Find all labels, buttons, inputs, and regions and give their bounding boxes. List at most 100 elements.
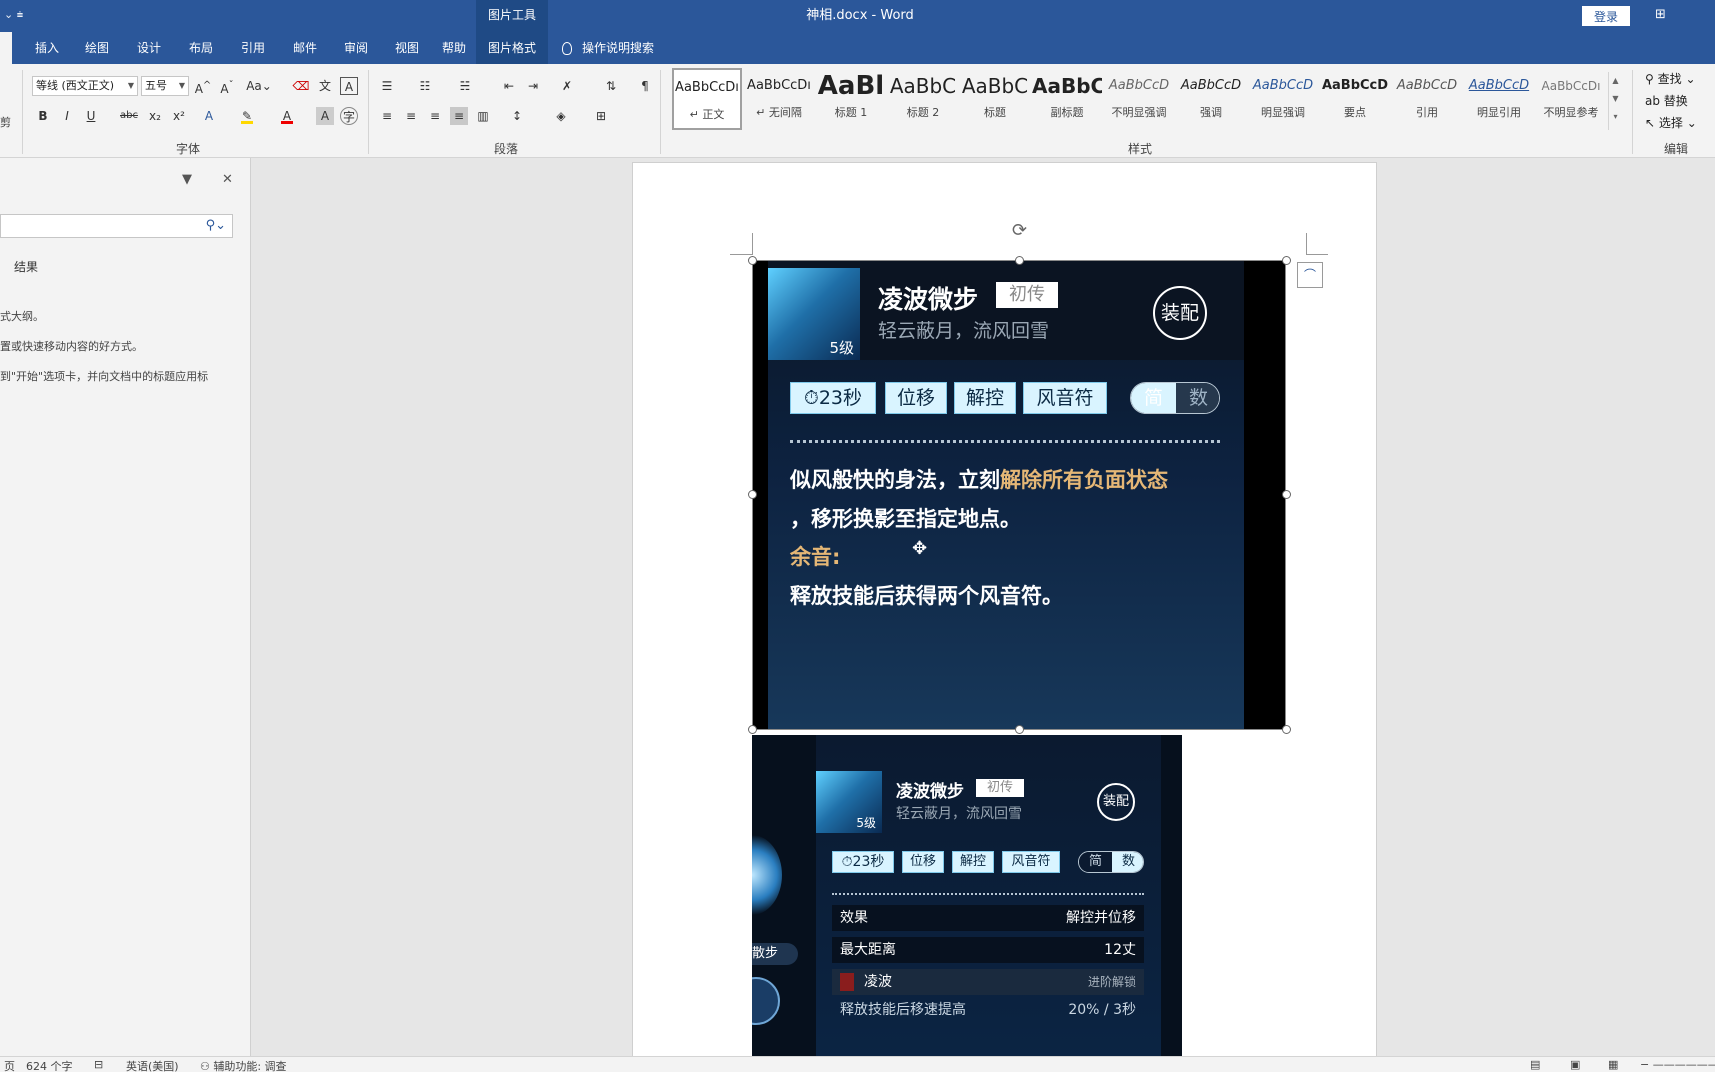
- search-icon[interactable]: ⚲⌄: [206, 218, 226, 233]
- strikethrough-icon[interactable]: abc: [120, 107, 138, 125]
- phonetic-guide-icon[interactable]: 文: [316, 77, 334, 95]
- more-icon[interactable]: ▾: [1609, 108, 1622, 126]
- find-button[interactable]: ⚲ 查找 ⌄: [1645, 70, 1696, 87]
- style-subtle-reference[interactable]: AaBbCcDı 不明显参考: [1536, 68, 1606, 130]
- text-effects-icon[interactable]: A: [200, 107, 218, 125]
- style-quote[interactable]: AaBbCcD 引用: [1392, 68, 1462, 130]
- ribbon-display-options-icon[interactable]: ⊞: [1655, 7, 1666, 22]
- align-center-icon[interactable]: ≡: [402, 107, 420, 125]
- superscript-icon[interactable]: x²: [170, 107, 188, 125]
- login-button[interactable]: 登录: [1582, 6, 1630, 26]
- style-intense-emphasis[interactable]: AaBbCcD 明显强调: [1248, 68, 1318, 130]
- change-case-icon[interactable]: Aa⌄: [246, 77, 272, 95]
- tab-home-edge[interactable]: [0, 32, 12, 64]
- pane-options-icon[interactable]: ▼: [182, 172, 192, 187]
- proofing-icon[interactable]: ⊟: [94, 1058, 103, 1071]
- style-title[interactable]: AaBbC 标题: [960, 68, 1030, 130]
- tab-mailings[interactable]: 邮件: [280, 32, 330, 64]
- close-icon[interactable]: ✕: [222, 172, 233, 187]
- chinese-layout-icon[interactable]: ✗: [558, 77, 576, 95]
- style-subtitle[interactable]: AaBbC 副标题: [1032, 68, 1102, 130]
- word-count[interactable]: 624 个字: [26, 1058, 73, 1072]
- resize-handle[interactable]: [1282, 256, 1291, 265]
- tab-references[interactable]: 引用: [228, 32, 278, 64]
- tab-layout[interactable]: 布局: [176, 32, 226, 64]
- line-spacing-icon[interactable]: ↕: [508, 107, 526, 125]
- multilevel-list-icon[interactable]: ☵: [456, 77, 474, 95]
- italic-icon[interactable]: I: [58, 107, 76, 125]
- quick-access-toolbar[interactable]: ⌄ ⩧: [4, 8, 23, 22]
- resize-handle[interactable]: [1015, 256, 1024, 265]
- style-no-spacing[interactable]: AaBbCcDı ↵ 无间隔: [744, 68, 814, 130]
- page-indicator[interactable]: 页: [4, 1058, 15, 1072]
- font-name-combo[interactable]: 等线 (西文正文) ▼: [32, 76, 138, 96]
- justify-icon[interactable]: ≡: [450, 107, 468, 125]
- resize-handle[interactable]: [748, 256, 757, 265]
- align-right-icon[interactable]: ≡: [426, 107, 444, 125]
- resize-handle[interactable]: [748, 725, 757, 734]
- align-left-icon[interactable]: ≡: [378, 107, 396, 125]
- font-color-icon[interactable]: A: [278, 107, 296, 125]
- distributed-icon[interactable]: ▥: [474, 107, 492, 125]
- layout-options-icon[interactable]: ⌒: [1297, 262, 1323, 288]
- clear-formatting-icon[interactable]: ⌫: [292, 77, 310, 95]
- nav-search-input[interactable]: ⚲⌄: [0, 214, 233, 238]
- style-normal[interactable]: AaBbCcDı ↵ 正文: [672, 68, 742, 130]
- select-button[interactable]: ↖ 选择 ⌄: [1645, 114, 1697, 131]
- style-emphasis[interactable]: AaBbCcD 强调: [1176, 68, 1246, 130]
- enclose-characters-icon[interactable]: 字: [340, 107, 358, 125]
- tab-review[interactable]: 审阅: [331, 32, 381, 64]
- resize-handle[interactable]: [1282, 725, 1291, 734]
- chevron-down-icon[interactable]: ▼: [1609, 90, 1622, 108]
- style-heading-1[interactable]: AaBl 标题 1: [816, 68, 886, 130]
- gallery-scroll[interactable]: ▲ ▼ ▾: [1608, 72, 1622, 130]
- highlight-color-icon[interactable]: ✎: [238, 107, 256, 125]
- subscript-icon[interactable]: x₂: [146, 107, 164, 125]
- shading-icon[interactable]: ◈: [552, 107, 570, 125]
- tab-view[interactable]: 视图: [382, 32, 432, 64]
- tab-help[interactable]: 帮助: [433, 32, 475, 64]
- show-marks-icon[interactable]: ¶: [636, 77, 654, 95]
- web-layout-icon[interactable]: ▦: [1608, 1058, 1618, 1071]
- tab-picture-format[interactable]: 图片格式: [476, 32, 548, 64]
- borders-icon[interactable]: ⊞: [592, 107, 610, 125]
- style-strong[interactable]: AaBbCcD 要点: [1320, 68, 1390, 130]
- rotate-handle-icon[interactable]: ⟳: [1012, 220, 1027, 241]
- resize-handle[interactable]: [1015, 725, 1024, 734]
- tab-results[interactable]: 结果: [14, 258, 38, 275]
- tell-me-search[interactable]: 操作说明搜索: [562, 32, 654, 64]
- replace-button[interactable]: ab 替换: [1645, 92, 1688, 109]
- zoom-slider[interactable]: − ———————┃—: [1640, 1058, 1715, 1071]
- increase-indent-icon[interactable]: ⇥: [524, 77, 542, 95]
- font-size-combo[interactable]: 五号 ▼: [141, 76, 189, 96]
- grow-font-icon[interactable]: A^: [194, 77, 212, 96]
- sort-icon[interactable]: ⇅: [602, 77, 620, 95]
- accessibility-status[interactable]: ⚇ 辅助功能: 调查: [200, 1058, 287, 1072]
- bold-icon[interactable]: B: [34, 107, 52, 125]
- style-heading-2[interactable]: AaBbC 标题 2: [888, 68, 958, 130]
- character-border-icon[interactable]: A: [340, 77, 358, 95]
- numbering-icon[interactable]: ☷: [416, 77, 434, 95]
- style-intense-quote[interactable]: AaBbCcD 明显引用: [1464, 68, 1534, 130]
- print-layout-icon[interactable]: ▣: [1570, 1058, 1580, 1071]
- document-area[interactable]: 5级 凌波微步 初传 轻云蔽月，流风回雪 装配 ⏱23秒 位移 解控 风音符 简…: [252, 158, 1715, 1056]
- decrease-indent-icon[interactable]: ⇤: [500, 77, 518, 95]
- stat-row: 释放技能后移速提高 20% / 3秒: [840, 1002, 1136, 1018]
- language-indicator[interactable]: 英语(美国): [126, 1058, 179, 1072]
- underline-icon[interactable]: U: [82, 107, 100, 125]
- style-subtle-emphasis[interactable]: AaBbCcD 不明显强调: [1104, 68, 1174, 130]
- character-shading-icon[interactable]: A: [316, 107, 334, 125]
- shrink-font-icon[interactable]: Aˇ: [218, 77, 236, 96]
- read-mode-icon[interactable]: ▤: [1530, 1058, 1540, 1071]
- resize-handle[interactable]: [748, 490, 757, 499]
- clock-icon: ⏱: [841, 854, 853, 870]
- tab-draw[interactable]: 绘图: [72, 32, 122, 64]
- skill-card-image-1[interactable]: 5级 凌波微步 初传 轻云蔽月，流风回雪 装配 ⏱23秒 位移 解控 风音符 简…: [752, 260, 1286, 730]
- skill-card-image-2[interactable]: 散步 5级 凌波微步 初传 轻云蔽月，流风回雪 装配 ⏱23秒 位移 解控 风音…: [752, 735, 1182, 1056]
- nav-hint-line: 式大纲。: [0, 310, 44, 323]
- bullets-icon[interactable]: ☰: [378, 77, 396, 95]
- tab-design[interactable]: 设计: [124, 32, 174, 64]
- chevron-up-icon[interactable]: ▲: [1609, 72, 1622, 90]
- resize-handle[interactable]: [1282, 490, 1291, 499]
- tab-insert[interactable]: 插入: [22, 32, 72, 64]
